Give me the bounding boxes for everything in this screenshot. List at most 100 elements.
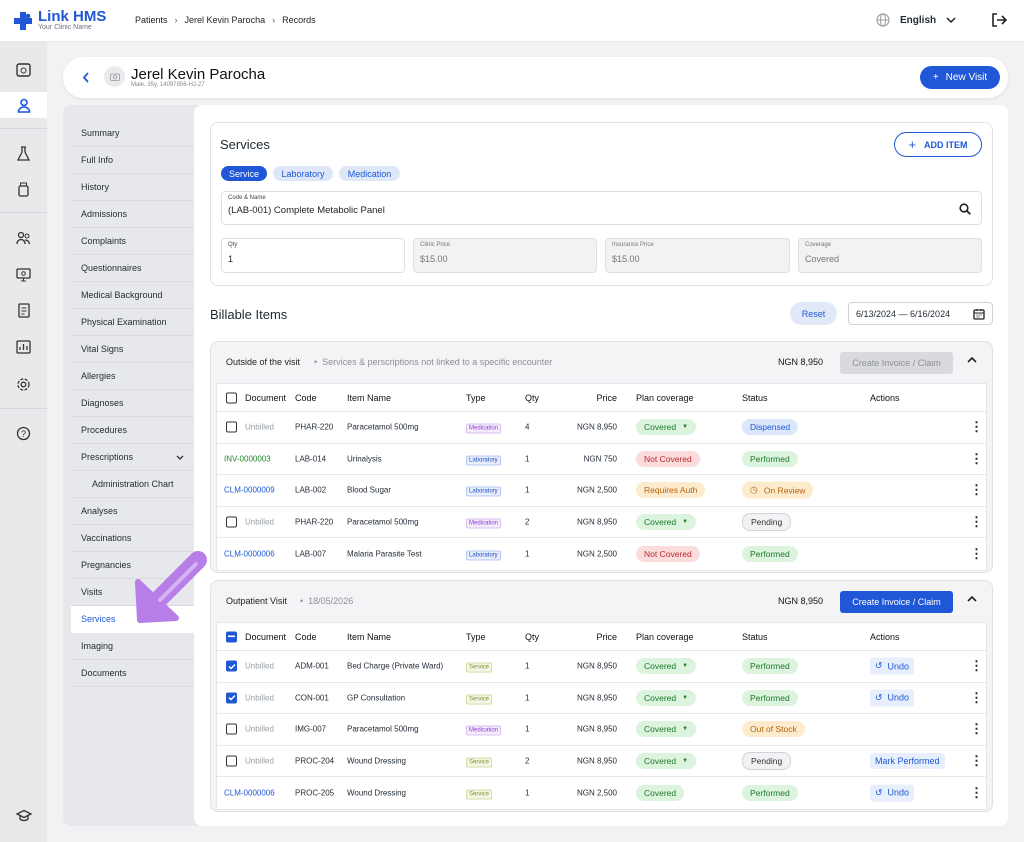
more-vertical-icon[interactable]: ⋮ [970,785,983,801]
medication-bottle-icon[interactable] [0,176,47,202]
create-invoice-button[interactable]: Create Invoice / Claim [840,591,953,613]
settings-gear-icon[interactable] [0,371,47,397]
more-vertical-icon[interactable]: ⋮ [970,753,983,769]
subnav-analyses[interactable]: Analyses [71,498,194,525]
subnav-medical-background[interactable]: Medical Background [71,282,194,309]
table-row[interactable]: Unbilled PHAR-220 Paracetamol 500mg Medi… [217,412,986,444]
more-vertical-icon[interactable]: ⋮ [970,514,983,530]
select-all-checkbox-indeterminate[interactable] [226,631,237,642]
reset-button[interactable]: Reset [790,302,837,325]
report-chart-icon[interactable] [0,334,47,360]
table-row[interactable]: CLM-0000006 LAB-007 Malaria Parasite Tes… [217,538,986,570]
row-checkbox[interactable] [226,723,237,735]
subnav-prescriptions[interactable]: Prescriptions [71,444,194,471]
chip-medication[interactable]: Medication [339,166,400,181]
patient-icon[interactable] [0,92,47,118]
document-link[interactable]: CLM-0000006 [224,549,275,558]
subnav-documents[interactable]: Documents [71,660,194,687]
more-vertical-icon[interactable]: ⋮ [970,658,983,674]
row-checkbox-checked[interactable] [226,660,237,672]
table-row[interactable]: Unbilled ADM-001 Bed Charge (Private War… [217,651,986,683]
subnav-vital-signs[interactable]: Vital Signs [71,336,194,363]
row-checkbox[interactable] [226,755,237,767]
subnav-imaging[interactable]: Imaging [71,633,194,660]
table-row[interactable]: Unbilled PHAR-220 Paracetamol 500mg Medi… [217,507,986,538]
chevron-up-icon[interactable] [967,357,977,363]
new-visit-button[interactable]: + New Visit [920,66,1000,89]
subnav-allergies[interactable]: Allergies [71,363,194,390]
graduation-cap-icon[interactable] [0,802,47,828]
undo-button[interactable]: ↺ Undo [870,657,915,675]
calendar-icon[interactable] [0,56,47,82]
subnav-complaints[interactable]: Complaints [71,228,194,255]
subnav-history[interactable]: History [71,174,194,201]
undo-button[interactable]: ↺ Undo [870,689,915,707]
caret-down-icon: ▼ [682,424,689,431]
table-row[interactable]: CLM-0000009 LAB-002 Blood Sugar Laborato… [217,475,986,507]
table-row[interactable]: Unbilled IMG-007 Paracetamol 500mg Medic… [217,714,986,746]
type-tag: Service [466,694,493,705]
coverage-dropdown[interactable]: Covered ▼ [636,721,697,738]
table-row[interactable]: INV-0000003 LAB-014 Urinalysis Laborator… [217,444,986,475]
document-link[interactable]: INV-0000003 [224,454,271,463]
chip-laboratory[interactable]: Laboratory [273,166,333,181]
select-all-checkbox[interactable] [226,392,237,403]
coverage-dropdown[interactable]: Covered ▼ [636,689,697,706]
group-header[interactable]: Outside of the visit • Services & perscr… [211,342,992,383]
coverage-dropdown[interactable]: Covered ▼ [636,752,697,769]
more-vertical-icon[interactable]: ⋮ [970,690,983,706]
table-row[interactable]: Unbilled CON-001 GP Consultation Service… [217,683,986,714]
row-checkbox-checked[interactable] [226,692,237,704]
document-link[interactable]: CLM-0000006 [224,788,275,797]
date-range-picker[interactable]: 6/13/2024 — 6/16/2024 [848,302,993,325]
subnav-administration-chart[interactable]: Administration Chart [71,471,194,498]
create-invoice-button-disabled[interactable]: Create Invoice / Claim [840,352,953,374]
coverage-dropdown[interactable]: Covered ▼ [636,513,697,530]
subnav-physical-examination[interactable]: Physical Examination [71,309,194,336]
breadcrumb-patients[interactable]: Patients [135,15,168,25]
monitor-icon[interactable] [0,261,47,287]
more-vertical-icon[interactable]: ⋮ [970,451,983,467]
add-item-button[interactable]: + ADD ITEM [894,132,982,157]
search-icon[interactable] [959,203,971,215]
code-name-field[interactable]: Code & Name (LAB-001) Complete Metabolic… [221,191,982,225]
subnav-admissions[interactable]: Admissions [71,201,194,228]
coverage-dropdown[interactable]: Covered ▼ [636,419,697,436]
subnav-questionnaires[interactable]: Questionnaires [71,255,194,282]
status-badge: ◷ On Review [742,481,814,499]
chevron-down-icon [946,17,956,23]
more-vertical-icon[interactable]: ⋮ [970,419,983,435]
subnav-summary[interactable]: Summary [71,120,194,147]
more-vertical-icon[interactable]: ⋮ [970,721,983,737]
row-checkbox[interactable] [226,421,237,433]
app-logo[interactable]: Link HMS Your Clinic Name [14,9,106,32]
lab-flask-icon[interactable] [0,140,47,166]
chip-service[interactable]: Service [221,166,267,181]
undo-button[interactable]: ↺ Undo [870,784,915,802]
row-checkbox[interactable] [226,516,237,528]
group-header[interactable]: Outpatient Visit • 18/05/2026 NGN 8,950 … [211,581,992,622]
more-vertical-icon[interactable]: ⋮ [970,482,983,498]
table-row[interactable]: Unbilled PROC-204 Wound Dressing Service… [217,746,986,777]
back-arrow-icon[interactable] [82,72,90,83]
users-icon[interactable] [0,225,47,251]
document-link[interactable]: CLM-0000009 [224,486,275,495]
more-vertical-icon[interactable]: ⋮ [970,546,983,562]
table-row[interactable]: CLM-0000006 PROC-205 Wound Dressing Serv… [217,777,986,809]
checkmark-icon [227,663,236,670]
help-icon[interactable]: ? [0,420,47,446]
qty-field[interactable]: Qty 1 [221,238,405,273]
caret-down-icon: ▼ [682,726,689,733]
logout-icon[interactable] [991,12,1007,28]
status-badge: Out of Stock [742,721,805,738]
language-selector[interactable]: English [876,13,956,27]
mark-performed-button[interactable]: Mark Performed [870,752,945,769]
group-date: • 18/05/2026 [300,596,354,606]
subnav-procedures[interactable]: Procedures [71,417,194,444]
document-icon[interactable] [0,297,47,323]
coverage-dropdown[interactable]: Covered ▼ [636,658,697,675]
subnav-diagnoses[interactable]: Diagnoses [71,390,194,417]
chevron-up-icon[interactable] [967,596,977,602]
breadcrumb-patient[interactable]: Jerel Kevin Parocha [185,15,266,25]
subnav-full-info[interactable]: Full Info [71,147,194,174]
